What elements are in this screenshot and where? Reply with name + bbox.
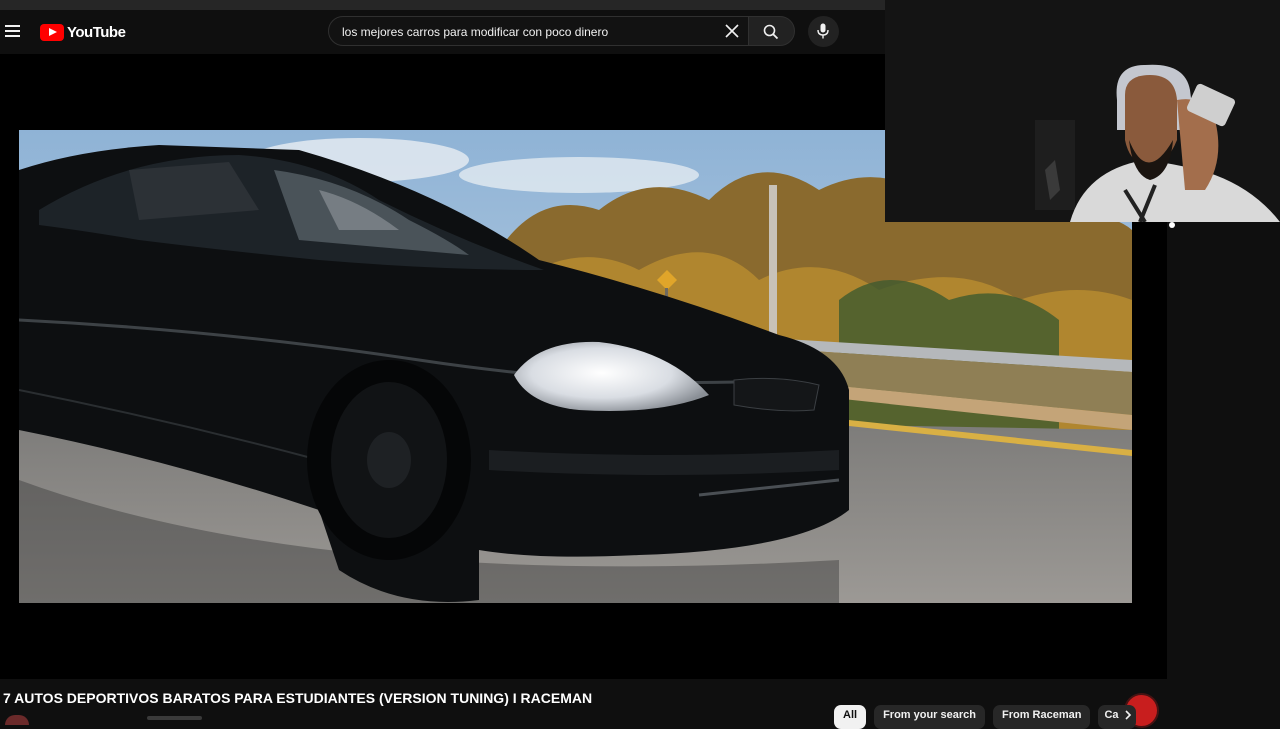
webcam-overlay [885, 0, 1280, 222]
menu-icon[interactable] [5, 25, 20, 37]
voice-search-button[interactable] [808, 16, 839, 47]
mic-icon [817, 23, 829, 39]
related-filter-chips: All From your search From Raceman Ca [834, 705, 1137, 729]
right-panel [1177, 222, 1280, 720]
chevron-right-icon[interactable] [1123, 710, 1133, 720]
youtube-logo[interactable]: YouTube [40, 22, 126, 42]
video-title: 7 AUTOS DEPORTIVOS BARATOS PARA ESTUDIAN… [3, 690, 593, 706]
chip-all[interactable]: All [834, 705, 867, 729]
chip-from-your-search[interactable]: From your search [874, 705, 985, 729]
subscribe-button[interactable] [147, 716, 202, 720]
progress-scrubber-handle[interactable] [1169, 222, 1175, 228]
channel-avatar[interactable] [5, 715, 29, 725]
search-button[interactable] [748, 16, 795, 46]
chip-from-raceman[interactable]: From Raceman [992, 705, 1091, 729]
search-box[interactable] [328, 16, 750, 47]
search-icon [763, 24, 779, 40]
youtube-play-icon [40, 23, 64, 41]
window-top-strip [0, 0, 885, 10]
search-input[interactable] [340, 17, 714, 47]
masthead: YouTube [0, 10, 885, 54]
clear-icon[interactable] [725, 24, 739, 38]
logo-text: YouTube [67, 23, 126, 41]
